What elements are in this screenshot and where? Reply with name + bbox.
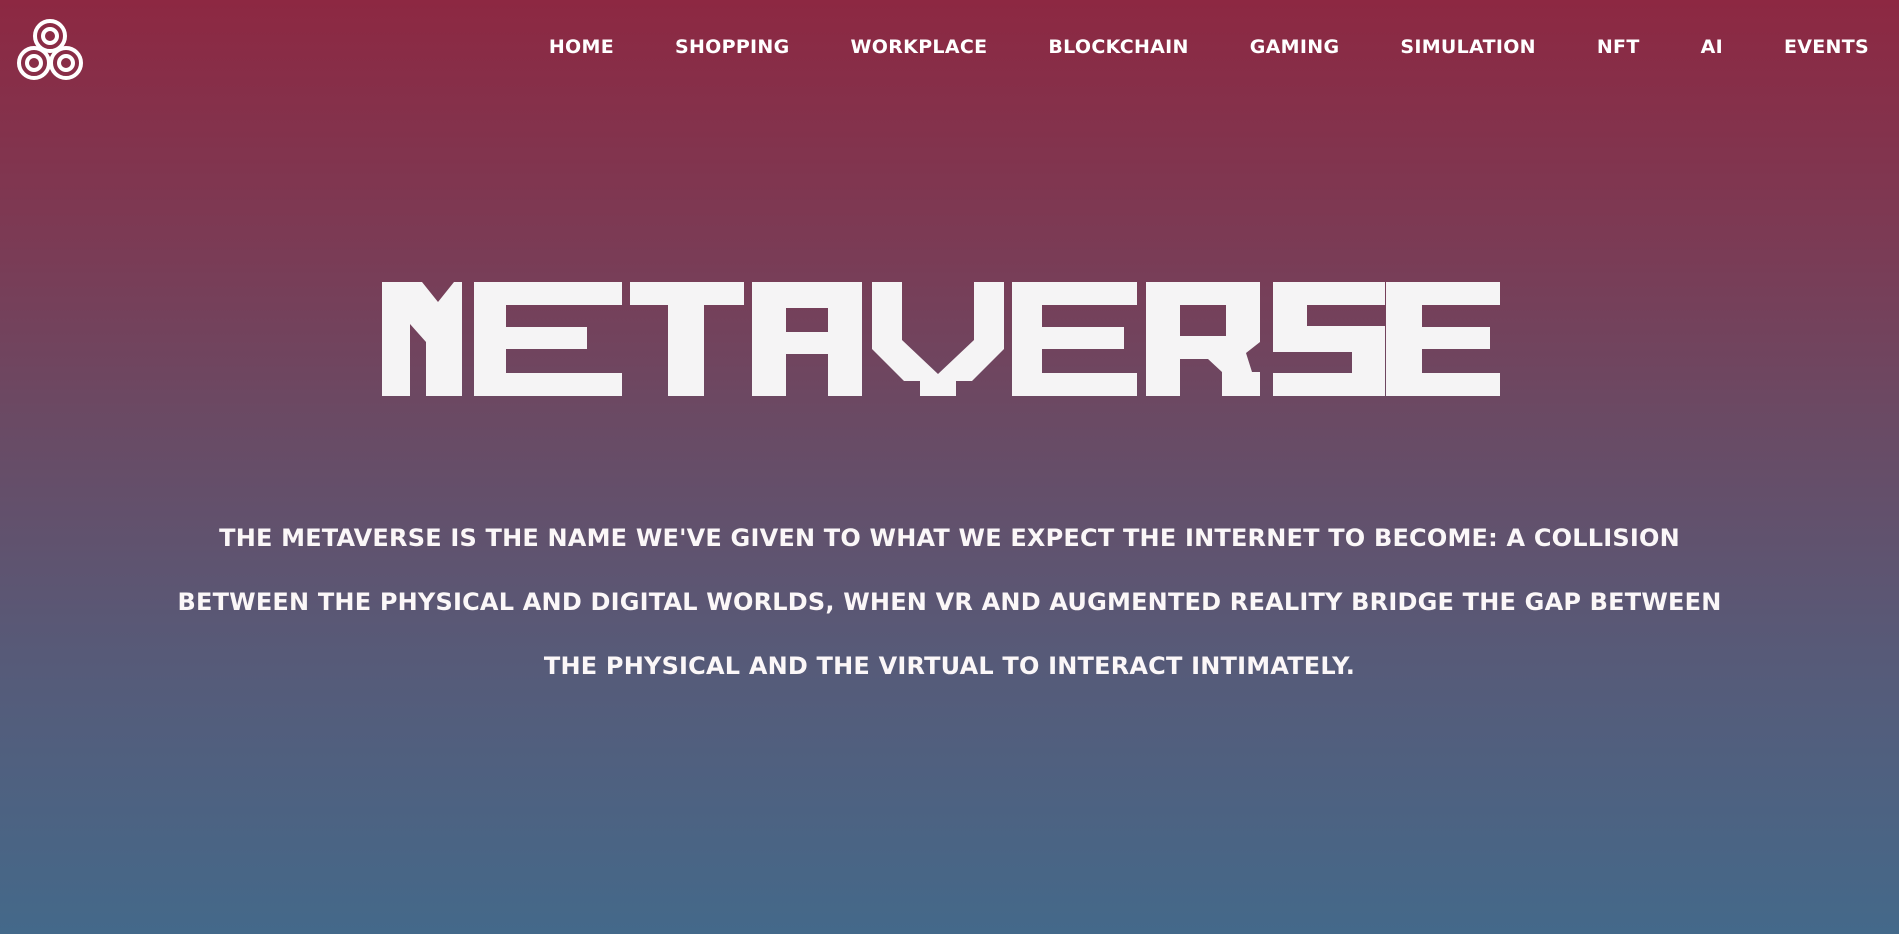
- nav-item-events[interactable]: EVENTS: [1784, 36, 1869, 58]
- hero-title: [382, 282, 1500, 396]
- nav-item-nft[interactable]: NFT: [1597, 36, 1640, 58]
- nav-item-gaming[interactable]: GAMING: [1250, 36, 1340, 58]
- nav-item-shopping[interactable]: SHOPPING: [675, 36, 790, 58]
- nav-item-simulation[interactable]: SIMULATION: [1400, 36, 1536, 58]
- nav-item-home[interactable]: HOME: [549, 36, 614, 58]
- nav-item-blockchain[interactable]: BLOCKCHAIN: [1048, 36, 1188, 58]
- nav-item-workplace[interactable]: WORKPLACE: [851, 36, 988, 58]
- hero-section: The metaverse is the name we've given to…: [0, 0, 1899, 934]
- nav-item-ai[interactable]: AI: [1701, 36, 1723, 58]
- navbar: HOME SHOPPING WORKPLACE BLOCKCHAIN GAMIN…: [0, 0, 1899, 94]
- triple-ring-logo-icon[interactable]: [12, 12, 88, 84]
- main-nav: HOME SHOPPING WORKPLACE BLOCKCHAIN GAMIN…: [549, 0, 1869, 94]
- hero-description: The metaverse is the name we've given to…: [177, 524, 1722, 680]
